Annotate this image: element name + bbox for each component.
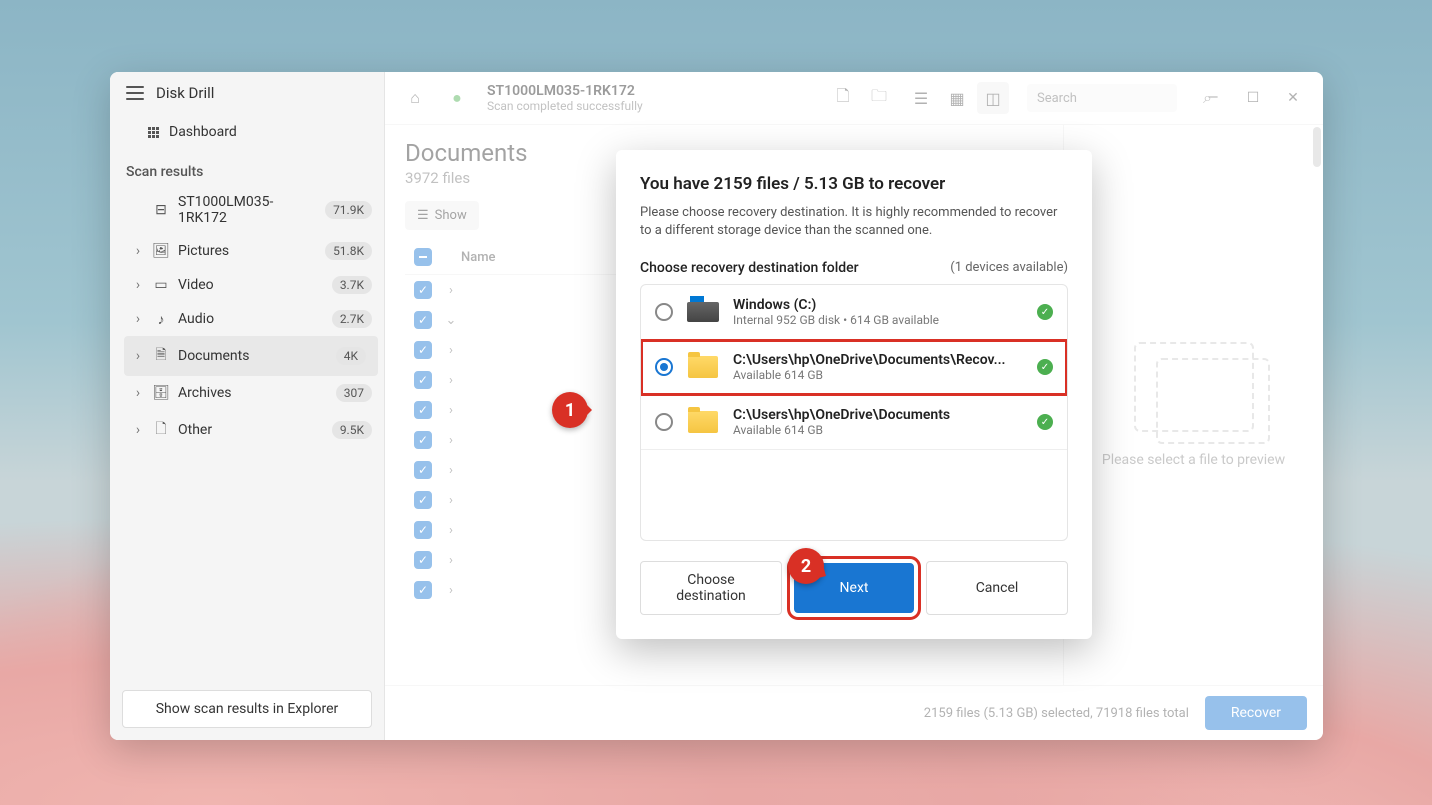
check-icon: ✓ bbox=[1037, 414, 1053, 430]
sidebar-item-dashboard[interactable]: Dashboard bbox=[110, 114, 384, 150]
modal-title: You have 2159 files / 5.13 GB to recover bbox=[640, 174, 1068, 194]
sidebar: Disk Drill Dashboard Scan results ⊟ ST10… bbox=[110, 72, 385, 740]
dashboard-icon bbox=[148, 127, 159, 138]
app-title: Disk Drill bbox=[156, 84, 214, 102]
check-icon: ✓ bbox=[1037, 304, 1053, 320]
folder-icon bbox=[688, 411, 718, 433]
archives-icon: 🗄 bbox=[152, 385, 170, 401]
sidebar-item-other[interactable]: › 🗋 Other 9.5K bbox=[118, 410, 384, 450]
chevron-right-icon: › bbox=[132, 348, 144, 364]
modal-description: Please choose recovery destination. It i… bbox=[640, 204, 1068, 240]
menu-icon[interactable] bbox=[126, 86, 144, 100]
video-icon: ▭ bbox=[152, 277, 170, 293]
chevron-right-icon: › bbox=[132, 422, 144, 438]
scan-results-label: Scan results bbox=[110, 150, 384, 186]
chevron-right-icon: › bbox=[132, 311, 144, 327]
callout-1: 1 bbox=[552, 392, 588, 428]
app-window: Disk Drill Dashboard Scan results ⊟ ST10… bbox=[110, 72, 1323, 740]
drive-icon: ⊟ bbox=[152, 202, 170, 218]
destination-documents-folder[interactable]: C:\Users\hp\OneDrive\Documents Available… bbox=[641, 395, 1067, 450]
folder-icon bbox=[688, 356, 718, 378]
radio-unselected[interactable] bbox=[655, 303, 673, 321]
modal-overlay: You have 2159 files / 5.13 GB to recover… bbox=[385, 72, 1323, 740]
destination-section-label: Choose recovery destination folder bbox=[640, 260, 859, 276]
radio-selected[interactable] bbox=[655, 358, 673, 376]
show-in-explorer-button[interactable]: Show scan results in Explorer bbox=[122, 690, 372, 728]
other-icon: 🗋 bbox=[152, 418, 170, 442]
drive-badge: 71.9K bbox=[325, 201, 372, 219]
destination-windows-c[interactable]: Windows (C:) Internal 952 GB disk • 614 … bbox=[641, 285, 1067, 340]
audio-icon: ♪ bbox=[152, 311, 170, 328]
drive-icon bbox=[687, 302, 719, 322]
callout-2: 2 bbox=[788, 548, 824, 584]
chevron-right-icon: › bbox=[132, 385, 144, 401]
main-area: ⌂ ● ST1000LM035-1RK172 Scan completed su… bbox=[385, 72, 1323, 740]
sidebar-item-video[interactable]: › ▭ Video 3.7K bbox=[118, 268, 384, 302]
sidebar-drive[interactable]: ⊟ ST1000LM035-1RK172 71.9K bbox=[118, 186, 384, 234]
recovery-destination-modal: You have 2159 files / 5.13 GB to recover… bbox=[616, 150, 1092, 639]
check-icon: ✓ bbox=[1037, 359, 1053, 375]
pictures-icon: 🖼 bbox=[152, 243, 170, 259]
chevron-right-icon: › bbox=[132, 277, 144, 293]
sidebar-item-audio[interactable]: › ♪ Audio 2.7K bbox=[118, 302, 384, 336]
sidebar-item-pictures[interactable]: › 🖼 Pictures 51.8K bbox=[118, 234, 384, 268]
drive-name: ST1000LM035-1RK172 bbox=[178, 194, 317, 226]
documents-icon: 🗎 bbox=[152, 344, 170, 368]
sidebar-item-archives[interactable]: › 🗄 Archives 307 bbox=[118, 376, 384, 410]
sidebar-item-documents[interactable]: › 🗎 Documents 4K bbox=[124, 336, 378, 376]
devices-available-label: (1 devices available) bbox=[950, 260, 1068, 276]
cancel-button[interactable]: Cancel bbox=[926, 561, 1068, 615]
choose-destination-button[interactable]: Choose destination bbox=[640, 561, 782, 615]
chevron-right-icon: › bbox=[132, 243, 144, 259]
sidebar-item-label: Dashboard bbox=[169, 124, 237, 140]
radio-unselected[interactable] bbox=[655, 413, 673, 431]
destination-recov-folder[interactable]: C:\Users\hp\OneDrive\Documents\Recov... … bbox=[641, 340, 1067, 395]
destination-list: Windows (C:) Internal 952 GB disk • 614 … bbox=[640, 284, 1068, 541]
